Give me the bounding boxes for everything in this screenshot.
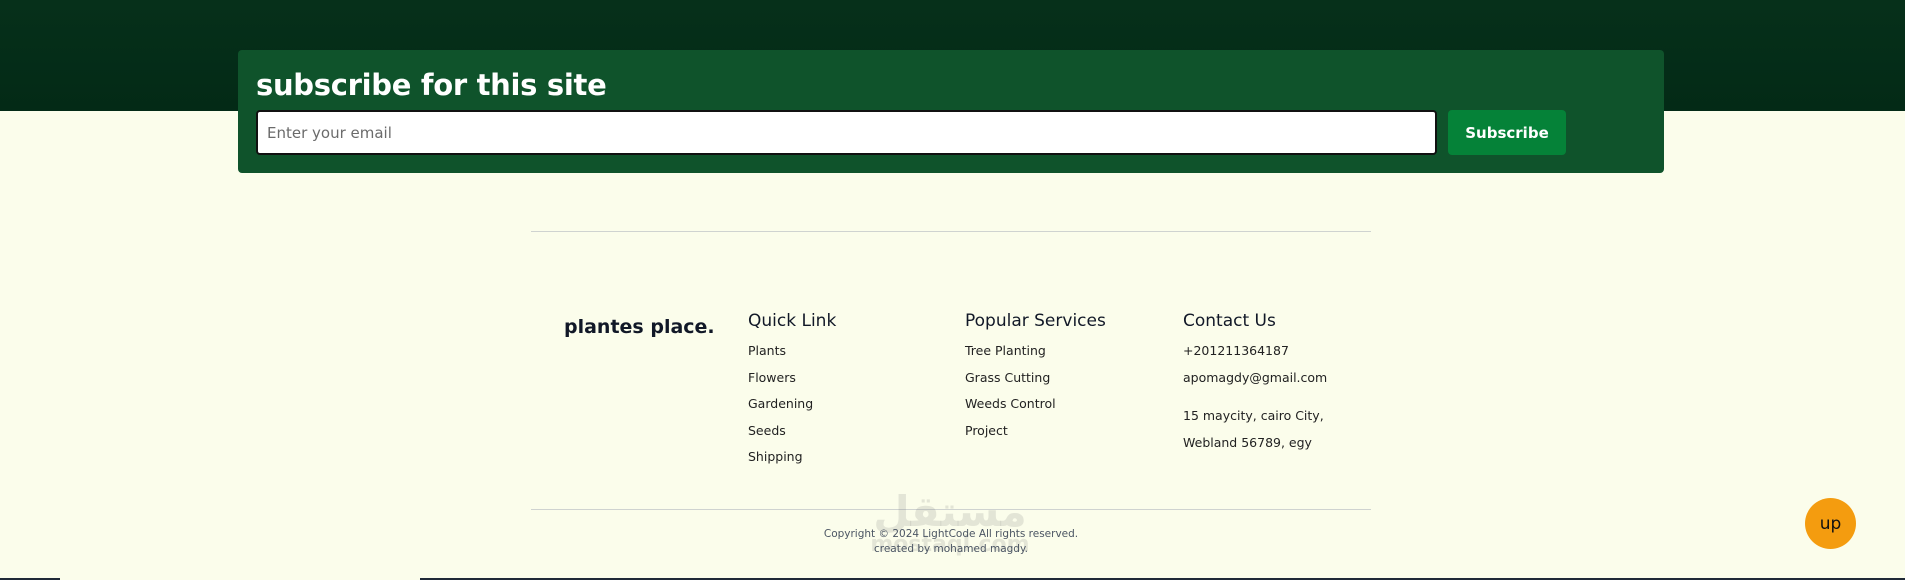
contact-phone: +201211364187: [1183, 343, 1289, 358]
contact-list: +201211364187 apomagdy@gmail.com: [1183, 343, 1327, 396]
list-item: Flowers: [748, 370, 836, 397]
quick-link-shipping[interactable]: Shipping: [748, 449, 803, 464]
quick-link-seeds[interactable]: Seeds: [748, 423, 786, 438]
service-link-tree-planting[interactable]: Tree Planting: [965, 343, 1046, 358]
quick-link-gardening[interactable]: Gardening: [748, 396, 813, 411]
services-heading: Popular Services: [965, 311, 1106, 331]
credit-text: created by mohamed magdy.: [873, 543, 1029, 555]
quick-links-list: Plants Flowers Gardening Seeds Shipping: [748, 343, 836, 476]
list-item: Shipping: [748, 449, 836, 476]
contact-email: apomagdy@gmail.com: [1183, 369, 1328, 385]
scroll-up-button[interactable]: up: [1805, 498, 1856, 549]
subscribe-title: subscribe for this site: [256, 68, 607, 102]
copyright-block: Copyright © 2024 LightCode All rights re…: [531, 527, 1371, 557]
quick-link-flowers[interactable]: Flowers: [748, 370, 796, 385]
list-item: Plants: [748, 343, 836, 370]
services-column: Popular Services Tree Planting Grass Cut…: [965, 311, 1106, 449]
service-link-weeds-control[interactable]: Weeds Control: [965, 396, 1056, 411]
subscribe-section: subscribe for this site Subscribe: [238, 50, 1664, 173]
email-input[interactable]: [256, 110, 1437, 155]
footer-divider-bottom: [531, 509, 1371, 510]
service-link-grass-cutting[interactable]: Grass Cutting: [965, 370, 1050, 385]
quick-links-heading: Quick Link: [748, 311, 837, 331]
footer-brand: plantes place.: [564, 316, 715, 338]
address-line-2: Webland 56789, egy: [1183, 435, 1312, 450]
address-line-1: 15 maycity, cairo City,: [1183, 408, 1324, 423]
copyright-text: Copyright © 2024 LightCode All rights re…: [823, 528, 1079, 540]
list-item: Seeds: [748, 423, 836, 450]
quick-links-column: Quick Link Plants Flowers Gardening Seed…: [748, 311, 836, 476]
list-item: Grass Cutting: [965, 370, 1106, 397]
footer-divider-top: [531, 231, 1371, 232]
list-item: Tree Planting: [965, 343, 1106, 370]
contact-column: Contact Us +201211364187 apomagdy@gmail.…: [1183, 311, 1327, 456]
contact-address: 15 maycity, cairo City, Webland 56789, e…: [1183, 402, 1327, 456]
contact-heading: Contact Us: [1183, 311, 1276, 331]
quick-link-plants[interactable]: Plants: [748, 343, 786, 358]
list-item: Project: [965, 423, 1106, 450]
list-item: Gardening: [748, 396, 836, 423]
service-link-project[interactable]: Project: [965, 423, 1008, 438]
services-list: Tree Planting Grass Cutting Weeds Contro…: [965, 343, 1106, 449]
list-item: Weeds Control: [965, 396, 1106, 423]
subscribe-button[interactable]: Subscribe: [1448, 110, 1566, 155]
